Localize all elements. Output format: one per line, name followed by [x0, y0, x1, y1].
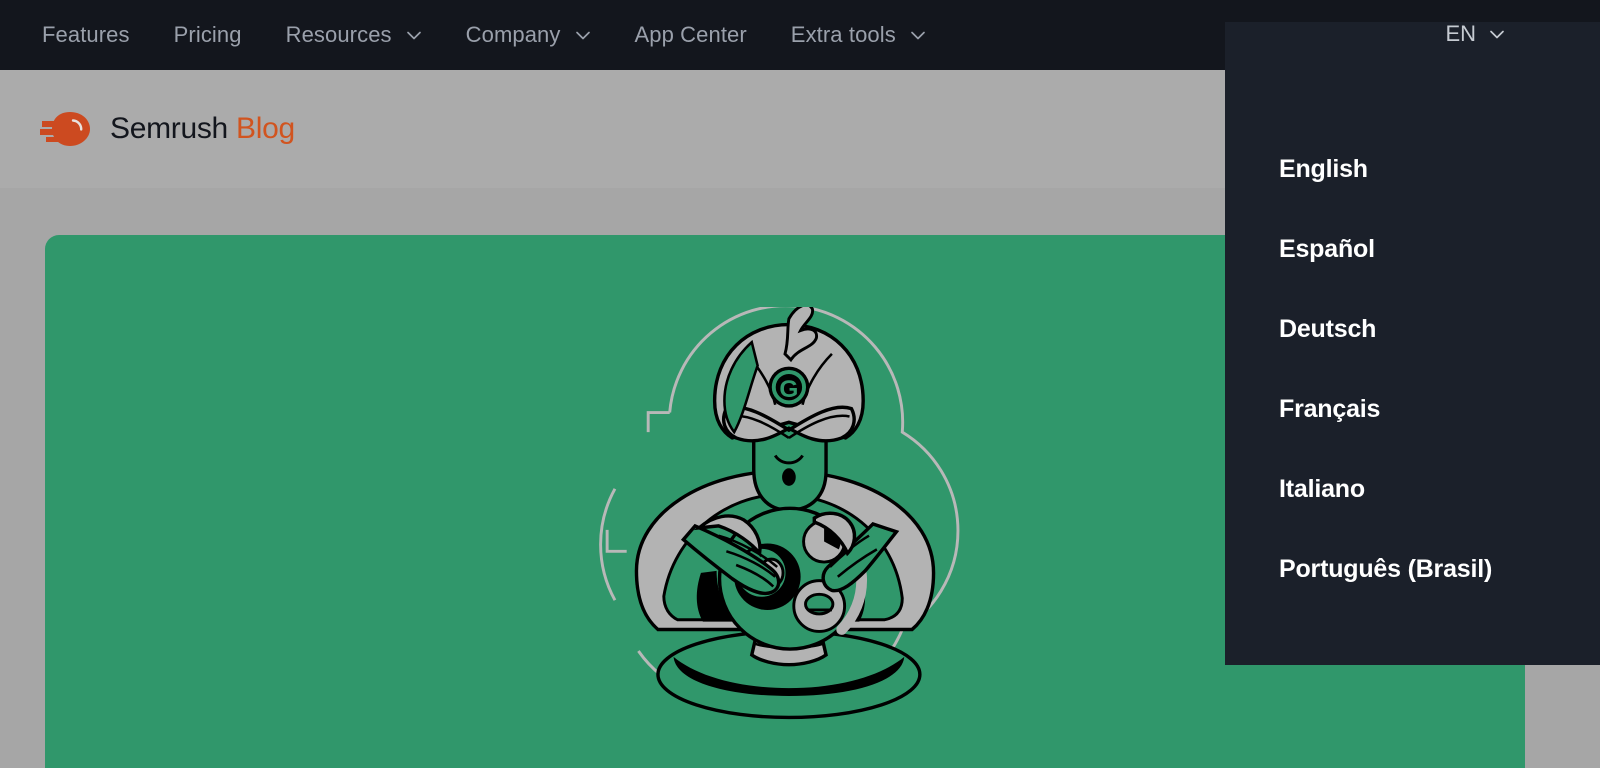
- nav-item-app-center[interactable]: App Center: [635, 24, 747, 46]
- nav-item-label: Company: [465, 22, 561, 47]
- language-option-label: English: [1279, 154, 1368, 183]
- nav-item-extra-tools[interactable]: Extra tools: [791, 24, 926, 46]
- language-option-espanol[interactable]: Español: [1225, 209, 1600, 289]
- language-option-english[interactable]: English: [1225, 129, 1600, 209]
- language-selector-button[interactable]: EN: [1445, 21, 1505, 47]
- page-root: Semrush Blog G Features Pricing Resource…: [0, 0, 1600, 768]
- language-dropdown-panel: English Español Deutsch Français Italian…: [1225, 22, 1600, 665]
- language-option-label: Español: [1279, 234, 1375, 263]
- nav-item-label: Pricing: [173, 22, 242, 47]
- language-option-portugues-brasil[interactable]: Português (Brasil): [1225, 529, 1600, 609]
- language-option-deutsch[interactable]: Deutsch: [1225, 289, 1600, 369]
- nav-item-resources[interactable]: Resources: [286, 24, 422, 46]
- language-option-label: Deutsch: [1279, 314, 1377, 343]
- semrush-comet-logo-icon: [40, 109, 96, 149]
- language-option-label: Português (Brasil): [1279, 554, 1493, 583]
- brand-name: Semrush: [110, 112, 228, 145]
- nav-item-label: Resources: [285, 22, 392, 47]
- language-option-label: Italiano: [1279, 474, 1365, 503]
- nav-item-label: App Center: [634, 22, 747, 47]
- turban-g-badge: G: [779, 376, 798, 403]
- language-option-italiano[interactable]: Italiano: [1225, 449, 1600, 529]
- nav-item-features[interactable]: Features: [42, 24, 130, 46]
- nav-item-company[interactable]: Company: [466, 24, 591, 46]
- nav-item-pricing[interactable]: Pricing: [174, 24, 242, 46]
- nav-items: Features Pricing Resources Company App C…: [0, 24, 970, 46]
- chevron-down-icon: [909, 26, 926, 43]
- chevron-down-icon: [1488, 25, 1505, 42]
- nav-item-label: Extra tools: [790, 22, 896, 47]
- brand-wordmark: Semrush Blog: [110, 114, 295, 144]
- chevron-down-icon: [405, 26, 422, 43]
- semrush-blog-logo[interactable]: Semrush Blog: [0, 109, 295, 149]
- chevron-down-icon: [574, 26, 591, 43]
- language-option-francais[interactable]: Français: [1225, 369, 1600, 449]
- nav-item-label: Features: [42, 22, 130, 47]
- language-selector-label: EN: [1445, 21, 1476, 46]
- brand-section: Blog: [236, 112, 295, 145]
- language-option-label: Français: [1279, 394, 1381, 423]
